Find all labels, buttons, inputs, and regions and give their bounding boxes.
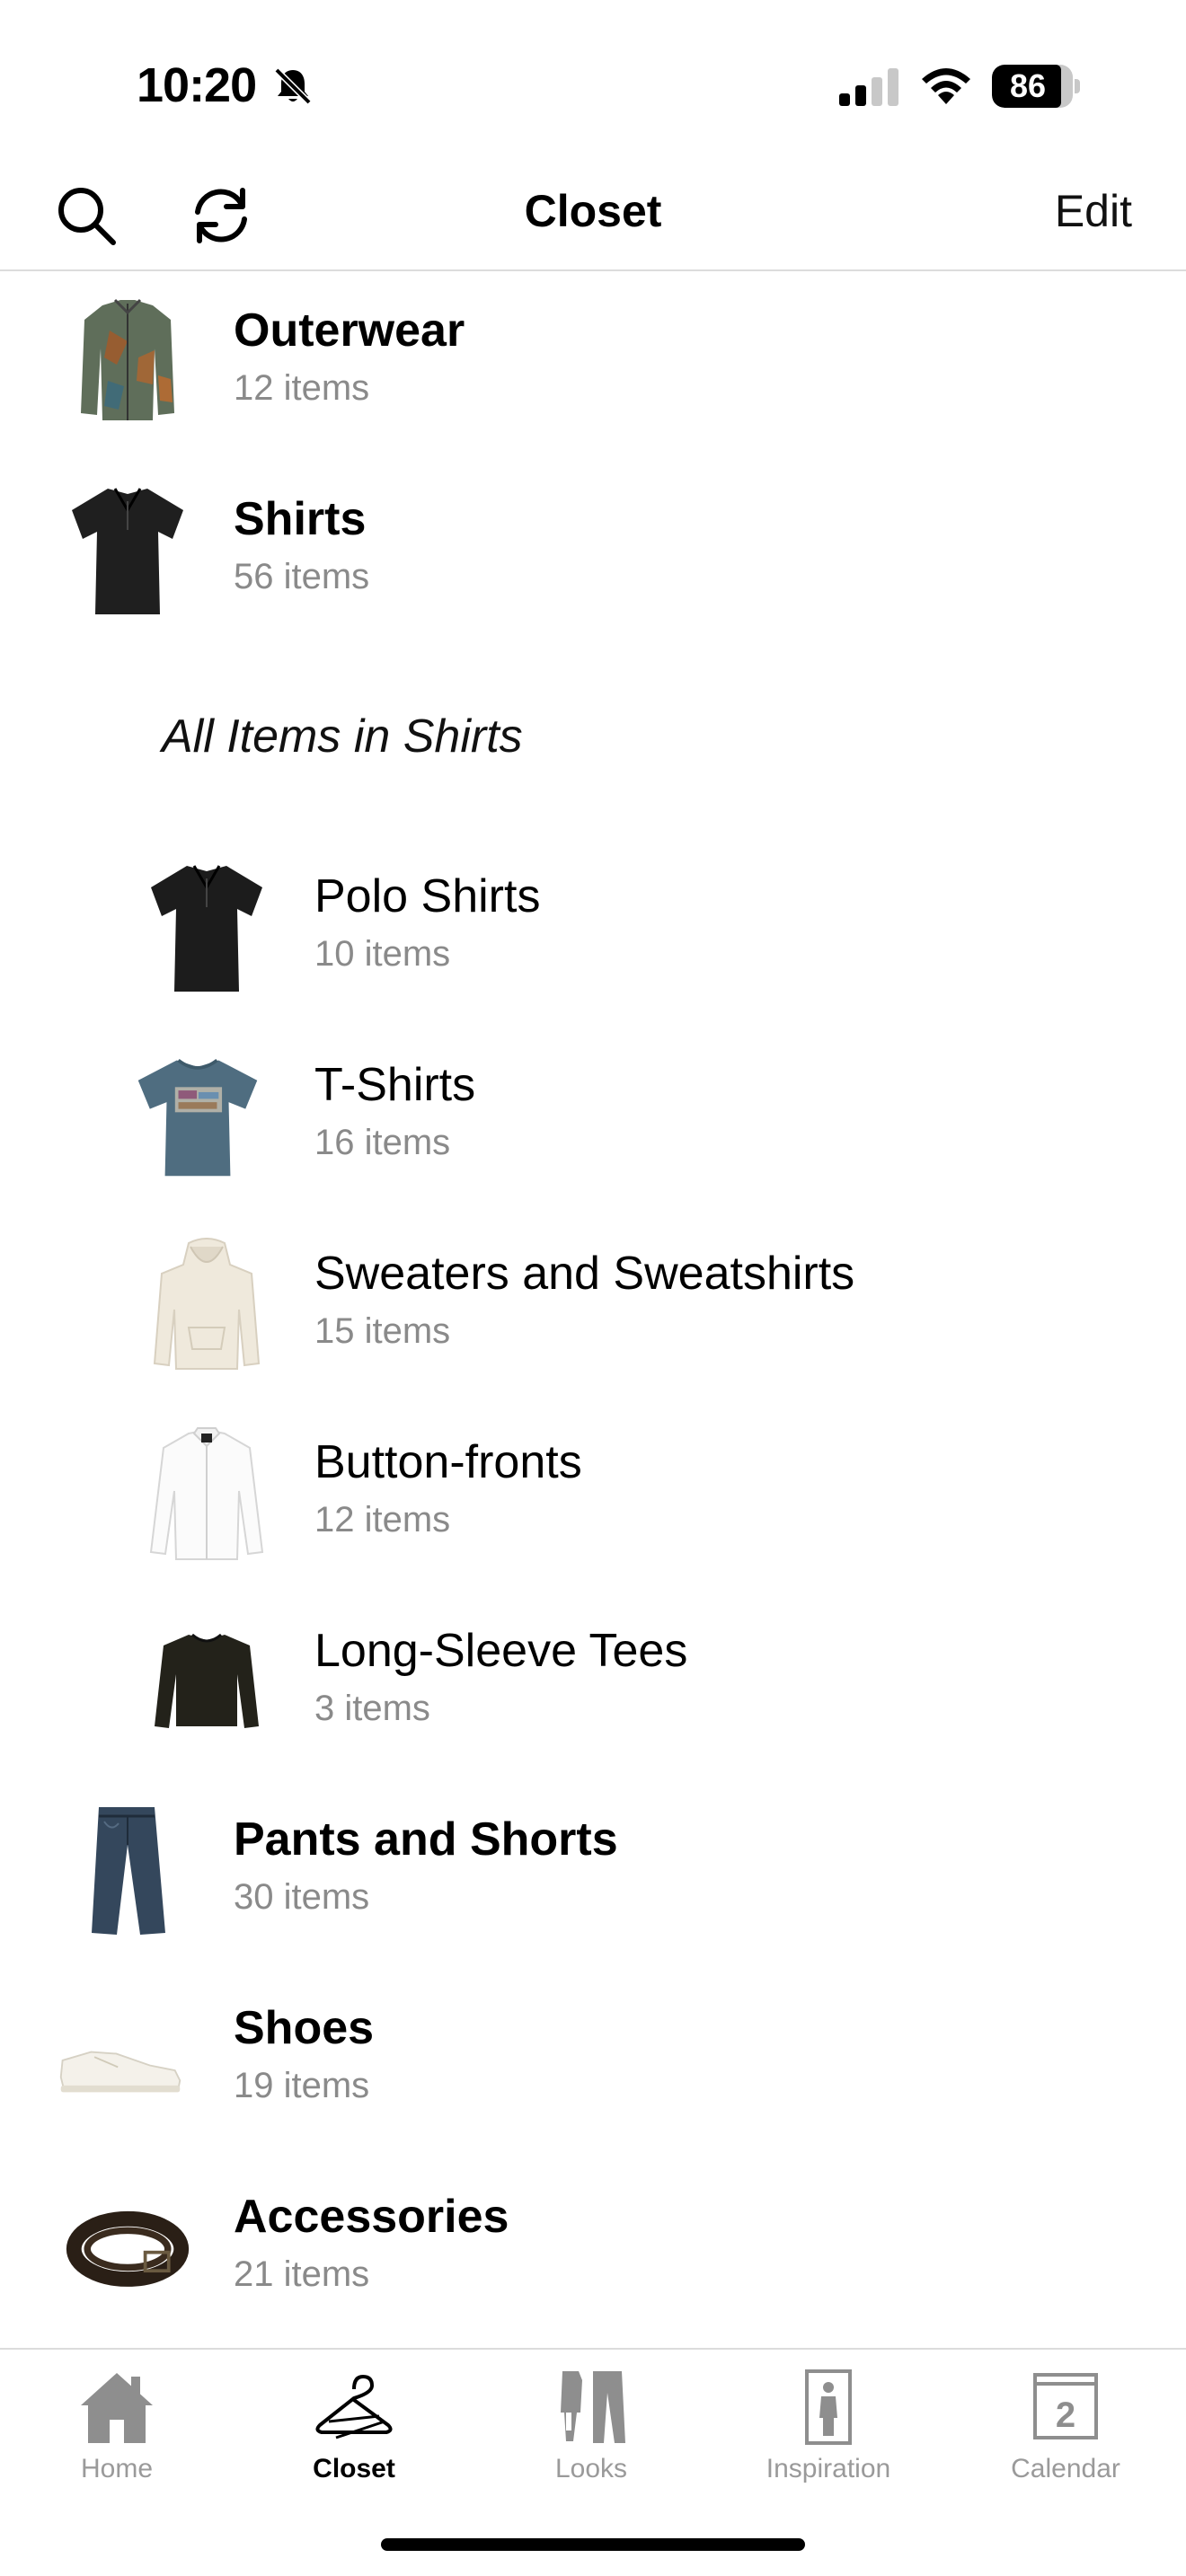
longsleeve-thumbnail (155, 1633, 259, 1728)
home-icon (81, 2373, 153, 2443)
jacket-thumbnail (81, 298, 174, 420)
tab-label: Calendar (1011, 2454, 1120, 2483)
button-front-thumbnail (149, 1427, 264, 1560)
edit-button[interactable]: Edit (1055, 185, 1132, 237)
hoodie-thumbnail (153, 1238, 261, 1370)
subcategory-count: 10 items (314, 934, 451, 974)
category-count: 19 items (234, 2066, 370, 2105)
tab-home[interactable]: Home (27, 2357, 207, 2492)
category-title: Shoes (234, 2002, 375, 2054)
jeans-thumbnail (92, 1807, 165, 1935)
category-row-pants-and-shorts[interactable]: Pants and Shorts 30 items (0, 1787, 1186, 1949)
subcategory-count: 16 items (314, 1123, 451, 1162)
polo-thumbnail (72, 488, 183, 614)
cellular-signal-icon (839, 68, 898, 106)
subcategory-row-t-shirts[interactable]: T-Shirts 16 items (0, 1033, 1186, 1195)
category-row-shoes[interactable]: Shoes 19 items (0, 1976, 1186, 2138)
page-title: Closet (524, 186, 662, 236)
status-bar: 10:20 86 (0, 0, 1186, 162)
tshirt-thumbnail (137, 1058, 258, 1177)
category-count: 30 items (234, 1877, 370, 1917)
sneaker-thumbnail (59, 2051, 181, 2093)
subcategory-row-polo-shirts[interactable]: Polo Shirts 10 items (0, 844, 1186, 1006)
category-title: Pants and Shorts (234, 1813, 618, 1866)
hanger-icon (315, 2375, 393, 2439)
subcategory-row-sweaters[interactable]: Sweaters and Sweatshirts 15 items (0, 1222, 1186, 1383)
tab-closet[interactable]: Closet (264, 2357, 444, 2492)
subcategory-title: Polo Shirts (314, 870, 541, 922)
subcategory-title: T-Shirts (314, 1059, 476, 1111)
battery-indicator: 86 (992, 65, 1080, 108)
inspiration-icon (805, 2369, 852, 2445)
belt-thumbnail (66, 2210, 190, 2287)
home-indicator (381, 2538, 805, 2551)
category-count: 21 items (234, 2254, 370, 2294)
status-time: 10:20 (137, 58, 257, 112)
tab-label: Home (80, 2454, 154, 2483)
subcategory-title: Button-fronts (314, 1436, 582, 1488)
calendar-day-badge: 2 (1056, 2395, 1075, 2435)
tab-looks[interactable]: Looks (501, 2357, 681, 2492)
subcategory-title: Sweaters and Sweatshirts (314, 1248, 855, 1300)
wifi-icon (922, 68, 970, 104)
subcategory-row-button-fronts[interactable]: Button-fronts 12 items (0, 1410, 1186, 1572)
category-row-shirts[interactable]: Shirts 56 items (0, 467, 1186, 629)
category-title: Accessories (234, 2191, 509, 2243)
category-count: 56 items (234, 557, 370, 596)
tab-inspiration[interactable]: Inspiration (739, 2357, 918, 2492)
subcategory-row-long-sleeve-tees[interactable]: Long-Sleeve Tees 3 items (0, 1599, 1186, 1760)
subcategory-title: Long-Sleeve Tees (314, 1625, 688, 1677)
category-count: 12 items (234, 368, 370, 408)
tab-label: Inspiration (766, 2454, 891, 2483)
category-row-outerwear[interactable]: Outerwear 12 items (0, 278, 1186, 440)
tab-calendar[interactable]: 2 Calendar (976, 2357, 1155, 2492)
looks-icon (561, 2371, 625, 2443)
tab-label: Looks (554, 2454, 628, 2483)
tab-label: Closet (313, 2454, 395, 2483)
category-row-accessories[interactable]: Accessories 21 items (0, 2165, 1186, 2326)
subcategory-count: 15 items (314, 1311, 451, 1351)
polo-thumbnail (151, 865, 262, 992)
subcategory-count: 12 items (314, 1500, 451, 1539)
calendar-icon: 2 (1033, 2373, 1098, 2439)
nav-bar: Closet Edit (0, 162, 1186, 271)
category-title: Shirts (234, 493, 367, 545)
battery-level: 86 (1009, 67, 1047, 104)
subcategory-count: 3 items (314, 1689, 430, 1728)
bell-slash-icon (274, 67, 312, 105)
category-title: Outerwear (234, 304, 465, 357)
section-heading: All Items in Shirts (162, 710, 523, 763)
